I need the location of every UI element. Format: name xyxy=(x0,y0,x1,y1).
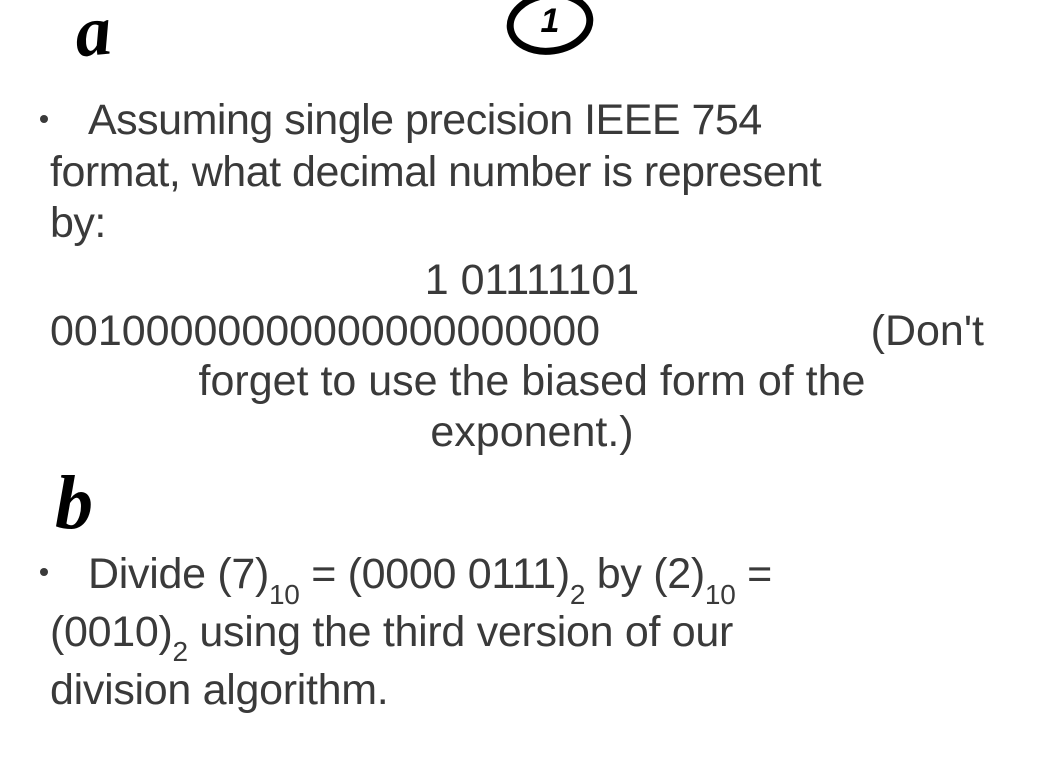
qb-mid2: by (2) xyxy=(585,550,705,598)
qb-line2-start: (0010) xyxy=(50,608,173,656)
svg-text:1: 1 xyxy=(541,2,560,40)
qa-note-part1: (Don't xyxy=(871,307,984,356)
qb-sub2: 2 xyxy=(570,579,585,610)
question-b-text: Divide (7)10 = (0000 0111)2 by (2)10 = (… xyxy=(50,548,1014,716)
qa-line2: format, what decimal number is represent xyxy=(50,148,821,196)
qa-line1: Assuming single precision IEEE 754 xyxy=(50,96,762,144)
qa-note-line3: exponent.) xyxy=(50,407,1014,459)
qb-sub3: 10 xyxy=(705,579,736,610)
qa-line3: by: xyxy=(50,199,106,247)
bullet-icon xyxy=(40,568,48,576)
qb-sub1: 10 xyxy=(269,579,300,610)
qb-line2-rest: using the third version of our xyxy=(188,608,733,656)
qa-binary2: 00100000000000000000000 xyxy=(50,307,600,355)
question-b-block: Divide (7)10 = (0000 0111)2 by (2)10 = (… xyxy=(50,548,1014,716)
handwritten-annotation-a: a xyxy=(71,0,114,74)
question-a-text: Assuming single precision IEEE 754 forma… xyxy=(50,95,1014,250)
qb-mid3: = xyxy=(735,550,771,598)
handwritten-annotation-b: b xyxy=(55,460,93,547)
bullet-icon xyxy=(40,115,48,123)
qb-line3: division algorithm. xyxy=(50,666,388,714)
qa-binary1: 1 01111101 xyxy=(50,256,1014,305)
handwritten-circle-icon: 1 xyxy=(500,0,600,58)
page-container: a 1 Assuming single precision IEEE 754 f… xyxy=(0,0,1054,774)
question-a-block: Assuming single precision IEEE 754 forma… xyxy=(50,95,1014,459)
qb-mid1: = (0000 0111) xyxy=(300,550,570,598)
qb-sub4: 2 xyxy=(173,636,188,667)
qa-binary-note-line: 00100000000000000000000 (Don't xyxy=(50,307,1014,356)
qb-prefix: Divide (7) xyxy=(50,550,269,598)
qa-note-line2: forget to use the biased form of the xyxy=(50,356,1014,408)
